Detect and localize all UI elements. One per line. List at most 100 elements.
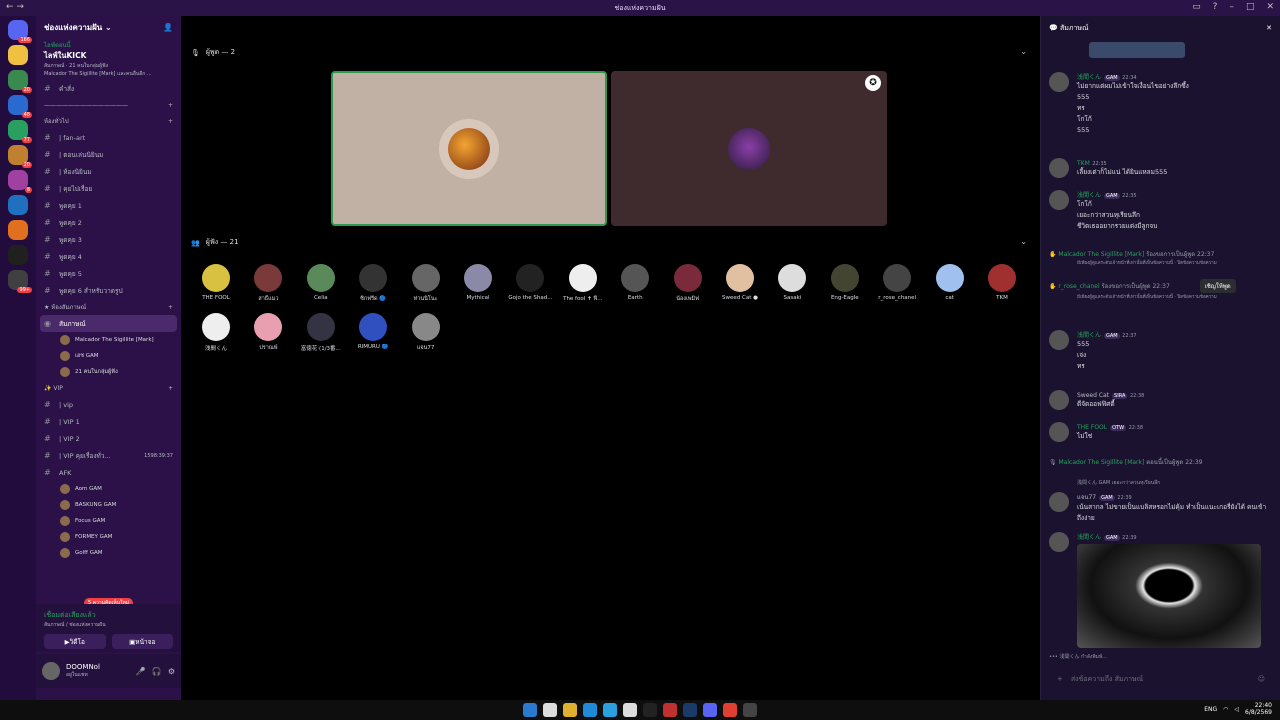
start-icon[interactable] [523, 703, 537, 717]
listener[interactable]: Gojo the Shad... [505, 264, 555, 301]
avatar[interactable] [1049, 158, 1069, 178]
speakers-header[interactable]: 🎙 ผู้พูด — 2 [191, 47, 235, 58]
add-channel-icon[interactable]: + [168, 385, 173, 392]
photoshop-icon[interactable] [683, 703, 697, 717]
avatar[interactable] [42, 662, 60, 680]
maximize-button[interactable]: □ [1246, 2, 1255, 12]
plus-icon[interactable]: + [1057, 675, 1063, 683]
channel-item[interactable]: # | fan-art [36, 129, 181, 146]
channel-item[interactable]: # | ตอนเล่นนิยินม [36, 146, 181, 163]
listener[interactable]: ท่านนิโนะ [401, 264, 451, 303]
voice-member[interactable]: BASKUNG GAM [36, 497, 181, 513]
app-icon[interactable] [623, 703, 637, 717]
avatar[interactable] [1049, 72, 1069, 92]
avatar[interactable] [1049, 492, 1069, 512]
listener[interactable]: cat [925, 264, 975, 301]
inbox-icon[interactable]: ▭ [1192, 2, 1201, 12]
server-icon[interactable]: 8 [8, 170, 32, 193]
listener[interactable]: RIMURU 🔵 [348, 313, 398, 350]
listener[interactable]: Sasaki [767, 264, 817, 301]
listener[interactable]: แจน77 [401, 313, 451, 352]
channel-item[interactable]: # | VIP 1 [36, 413, 181, 430]
channel-item[interactable]: # | VIP 2 [36, 430, 181, 447]
channel-item[interactable]: # พูดคุย 5 [36, 265, 181, 282]
stage-member[interactable]: เฮช GAM [36, 348, 181, 364]
listener[interactable]: The fool ✝ ฟี... [558, 264, 608, 303]
search-icon[interactable] [543, 703, 557, 717]
clock[interactable]: 22:40 6/8/2569 [1245, 702, 1272, 716]
listener[interactable]: THE FOOL [191, 264, 241, 301]
stage-member[interactable]: Malcador The Sigillite [Mark] [36, 332, 181, 348]
server-icon[interactable]: 99+ [8, 270, 32, 293]
channel-item[interactable]: # | VIP คุยเรื่องทั่ว... 1598:39:37 [36, 447, 181, 464]
help-icon[interactable]: ? [1213, 2, 1218, 12]
tiktok-icon[interactable] [643, 703, 657, 717]
category-vip[interactable]: ✨ VIP + [36, 380, 181, 396]
avatar[interactable] [1049, 190, 1069, 210]
channel-item[interactable]: # พูดคุย 3 [36, 231, 181, 248]
server-icon[interactable]: 48 [8, 95, 32, 118]
server-icon[interactable] [8, 45, 28, 65]
chrome-icon[interactable] [723, 703, 737, 717]
channel-item[interactable]: # | คุยไปเรื่อย [36, 180, 181, 197]
add-channel-icon[interactable]: + [168, 118, 173, 125]
app-icon[interactable] [743, 703, 757, 717]
chevron-down-icon[interactable]: ⌄ [1020, 47, 1027, 56]
server-icon[interactable] [8, 220, 28, 240]
voice-member[interactable]: Focus GAM [36, 513, 181, 529]
speaker-tile[interactable] [331, 71, 607, 226]
speaker-tile[interactable]: ✪ [611, 71, 887, 226]
store-icon[interactable] [603, 703, 617, 717]
add-member-icon[interactable]: 👤 [163, 23, 173, 32]
channel-item[interactable]: # พูดคุย 2 [36, 214, 181, 231]
listener[interactable]: Eng-Eagle [820, 264, 870, 301]
back-icon[interactable]: ← → [6, 2, 24, 12]
guild-header[interactable]: ช่องแห่งความฝัน ⌄ 👤 [36, 16, 181, 38]
category-stage[interactable]: ★ ห้องสัมภาษณ์ + [36, 299, 181, 315]
edge-icon[interactable] [583, 703, 597, 717]
language-indicator[interactable]: ENG [1204, 706, 1217, 713]
voice-member[interactable]: Golff GAM [36, 545, 181, 561]
server-icon[interactable]: 20 [8, 70, 32, 93]
invite-to-speak-button[interactable]: เชิญให้พูด [1199, 279, 1236, 293]
stage-channel[interactable]: ◉ สัมภาษณ์ [40, 315, 177, 332]
server-icon[interactable]: 77 [8, 120, 32, 143]
server-icon[interactable] [8, 195, 28, 215]
emoji-icon[interactable]: ☺ [1258, 675, 1265, 683]
voice-member[interactable]: FORMEY GAM [36, 529, 181, 545]
listener[interactable]: 富徳花 (1/3番... [296, 313, 346, 352]
news-icon[interactable] [663, 703, 677, 717]
listener[interactable]: Earth [610, 264, 660, 301]
channel-item[interactable]: # พูดคุย 6 สำหรับวาดรูป [36, 282, 181, 299]
image-attachment[interactable] [1089, 42, 1185, 58]
microphone-icon[interactable]: 🎤 [136, 667, 146, 676]
avatar[interactable] [1049, 532, 1069, 552]
reply-reference[interactable]: 浅間くん GAM เยอะกว่าสวนหุเรียนลึก [1077, 479, 1270, 487]
listener[interactable]: ปราณพ์ [243, 313, 293, 352]
folder-icon[interactable] [563, 703, 577, 717]
channel-item[interactable]: # พูดคุย 1 [36, 197, 181, 214]
avatar[interactable] [1049, 390, 1069, 410]
channel-item[interactable]: # | ห้องนิยินม [36, 163, 181, 180]
listener[interactable]: Sweed Cat ● [715, 264, 765, 301]
wifi-icon[interactable]: ◠ [1223, 706, 1228, 713]
volume-icon[interactable]: ◁ [1234, 706, 1239, 713]
avatar[interactable] [1049, 422, 1069, 442]
close-icon[interactable]: ✕ [1266, 24, 1272, 32]
server-icon[interactable]: 20 [8, 145, 32, 168]
chevron-down-icon[interactable]: ⌄ [1020, 237, 1027, 246]
discord-icon[interactable] [703, 703, 717, 717]
message-composer[interactable]: + ส่งข้อความถึง สัมภาษณ์ ☺ [1049, 668, 1273, 690]
listener[interactable]: ซิกฟรีด 🔵 [348, 264, 398, 303]
voice-member[interactable]: Aom GAM [36, 481, 181, 497]
channel-item[interactable]: # AFK [36, 464, 181, 481]
server-icon[interactable] [8, 245, 28, 265]
add-channel-icon[interactable]: + [168, 304, 173, 311]
headphones-icon[interactable]: 🎧 [152, 667, 162, 676]
channel-commands[interactable]: # คำสั่ง [36, 80, 181, 97]
minimize-button[interactable]: – [1229, 2, 1234, 12]
listeners-header[interactable]: 👥 ผู้ฟัง — 21 [191, 237, 239, 248]
listener[interactable]: Celia [296, 264, 346, 301]
close-window-button[interactable]: ✕ [1266, 2, 1274, 12]
category-rooms[interactable]: ห้องทั่วไป + [36, 113, 181, 129]
